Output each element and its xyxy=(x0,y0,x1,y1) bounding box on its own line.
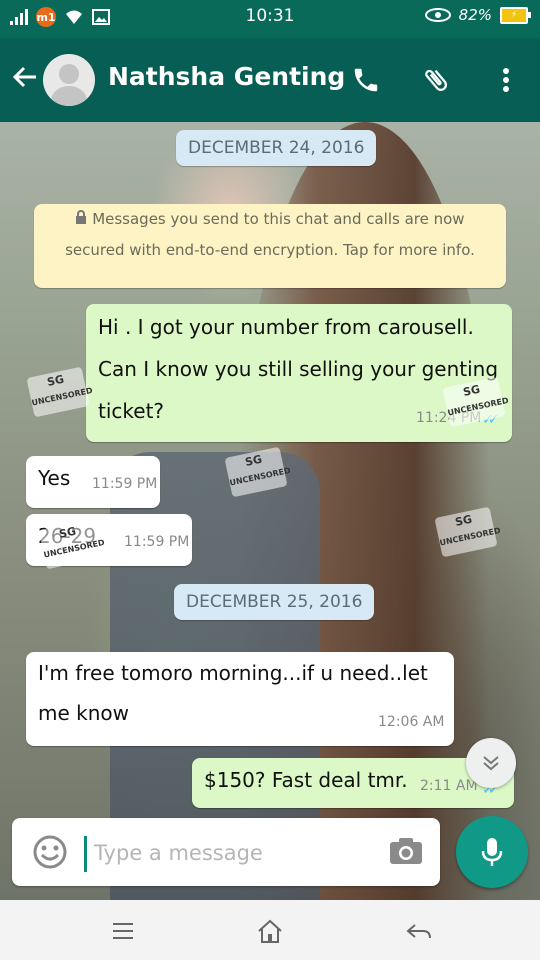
encryption-notice[interactable]: Messages you send to this chat and calls… xyxy=(34,204,506,288)
eye-icon xyxy=(424,8,451,22)
back-icon[interactable] xyxy=(404,916,434,946)
paperclip-icon[interactable] xyxy=(420,64,452,96)
message-time: 11:59 PM xyxy=(124,534,190,550)
message-time: 2:11 AM xyxy=(420,778,478,794)
chat-header: Nathsha Genting xyxy=(0,38,540,122)
emoji-icon[interactable] xyxy=(32,834,68,870)
battery-icon: ⚡ xyxy=(500,6,531,24)
incoming-message[interactable]: Yes 11:59 PM xyxy=(26,456,160,508)
menu-icon[interactable] xyxy=(108,916,138,946)
battery-percent: 82% xyxy=(458,6,492,24)
message-time: 11:59 PM xyxy=(92,476,158,492)
outgoing-message[interactable]: Hi . I got your number from carousell. C… xyxy=(86,304,512,442)
message-input[interactable] xyxy=(92,832,376,874)
message-time: 12:06 AM xyxy=(378,714,445,730)
text-cursor xyxy=(84,836,87,872)
system-navigation-bar xyxy=(0,900,540,960)
status-bar: m1 10:31 82% ⚡ xyxy=(0,0,540,38)
incoming-message[interactable]: I'm free tomoro morning...if u need..let… xyxy=(26,652,454,746)
contact-name[interactable]: Nathsha Genting xyxy=(108,62,345,91)
home-icon[interactable] xyxy=(255,916,285,946)
back-arrow-icon[interactable] xyxy=(12,64,38,95)
message-composer xyxy=(12,818,440,886)
microphone-icon xyxy=(481,838,503,866)
lock-icon xyxy=(75,210,92,228)
scroll-down-button[interactable] xyxy=(466,738,516,788)
double-chevron-down-icon xyxy=(483,756,499,771)
camera-icon[interactable] xyxy=(388,836,424,868)
mic-button[interactable] xyxy=(456,816,528,888)
avatar[interactable] xyxy=(43,54,95,106)
more-vert-icon[interactable] xyxy=(490,64,522,96)
phone-icon[interactable] xyxy=(350,64,382,96)
date-divider: DECEMBER 24, 2016 xyxy=(176,130,377,166)
date-divider: DECEMBER 25, 2016 xyxy=(174,584,375,620)
